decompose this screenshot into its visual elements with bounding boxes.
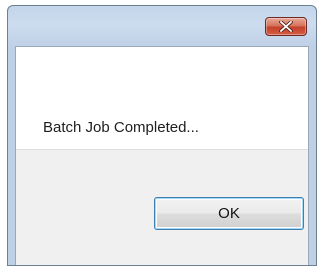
ok-button[interactable]: OK [154,197,304,230]
dialog-footer: OK [16,149,308,265]
close-button[interactable] [265,17,307,36]
dialog-content: Batch Job Completed... OK [15,46,309,265]
message-dialog: Batch Job Completed... OK [7,5,317,266]
title-bar[interactable] [8,6,316,44]
close-icon [279,21,293,32]
dialog-message: Batch Job Completed... [43,119,199,136]
